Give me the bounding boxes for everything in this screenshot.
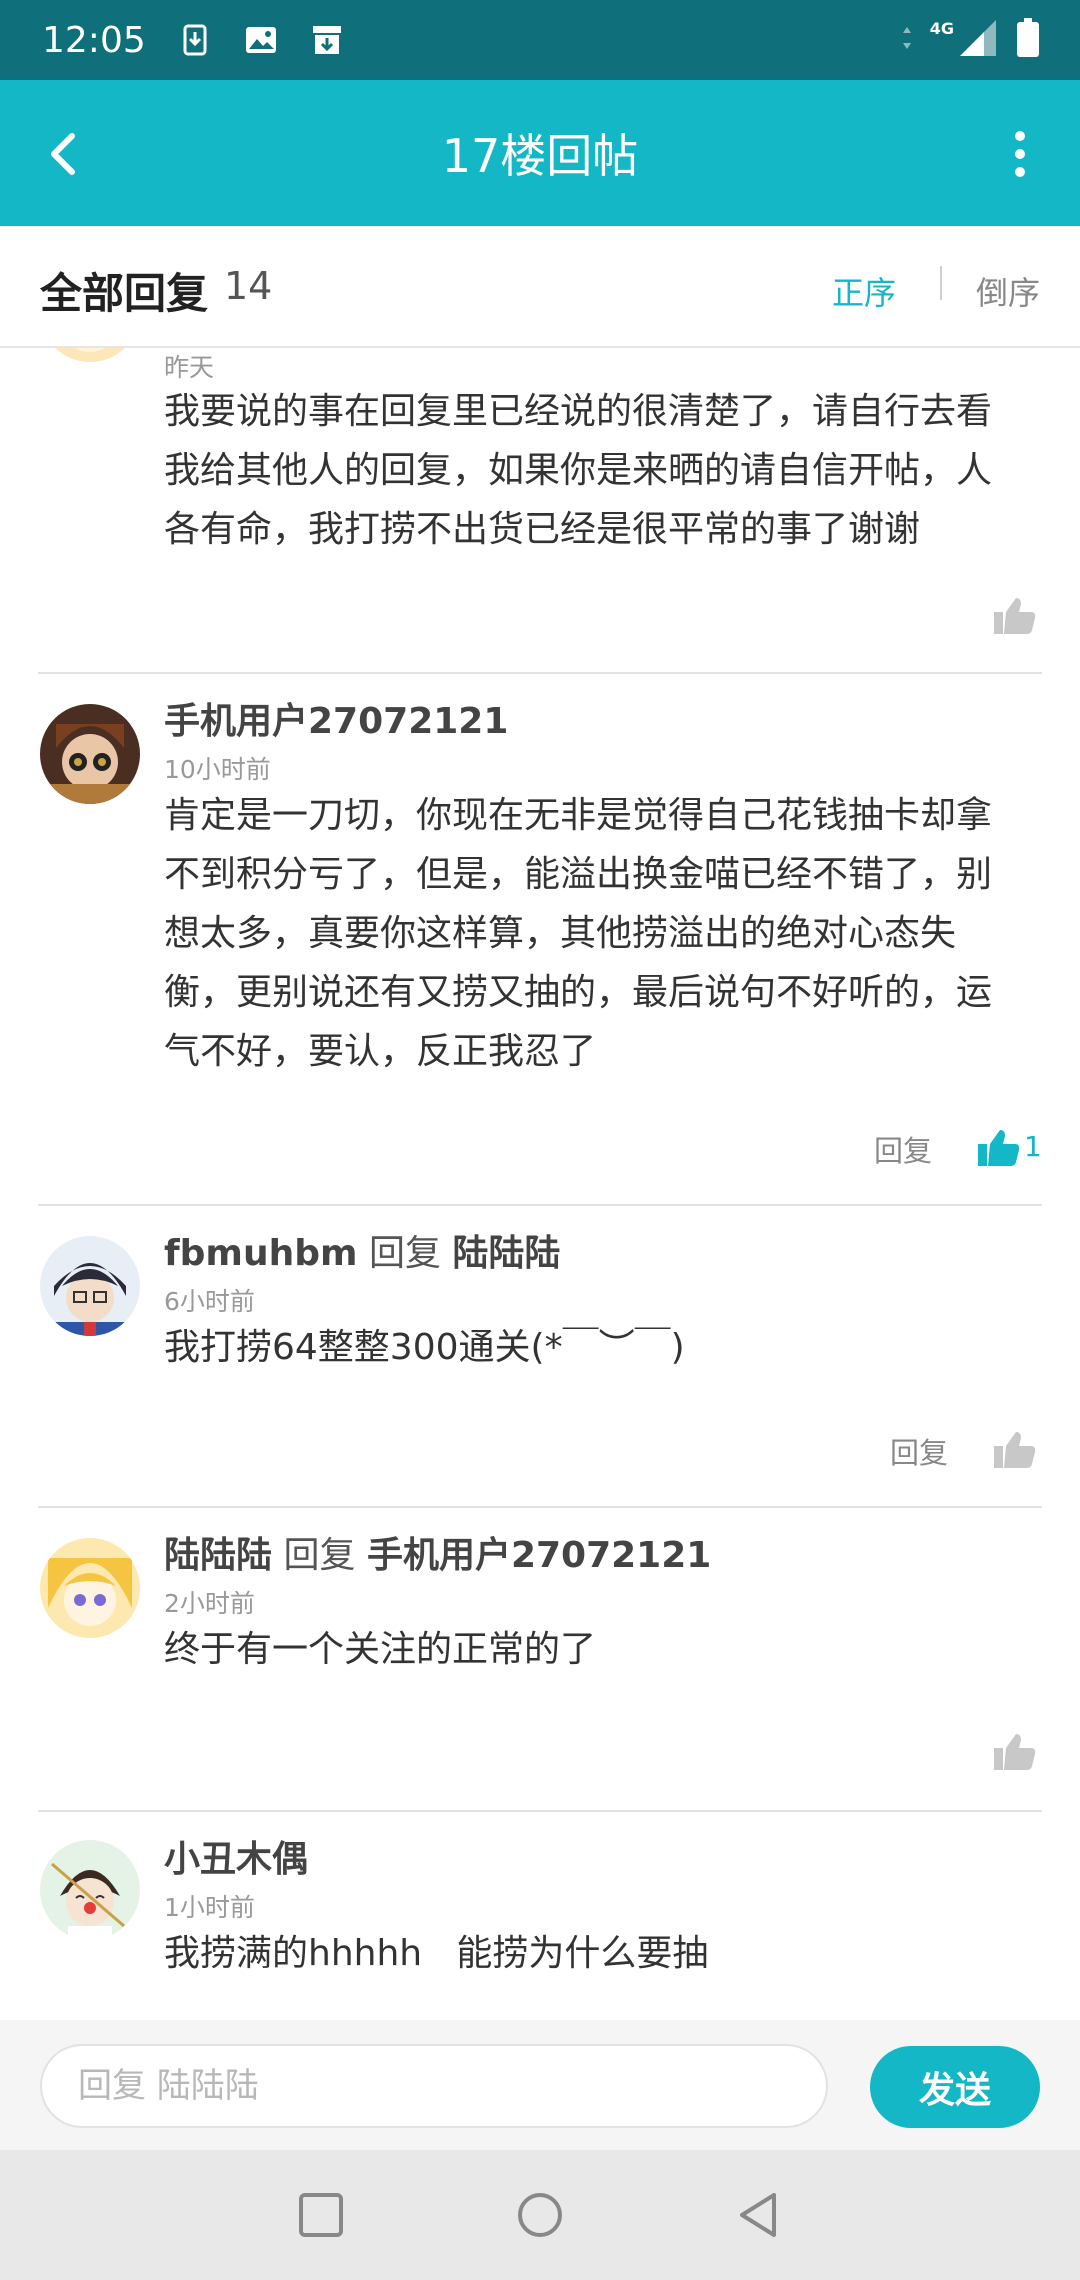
- download-notification-icon: [178, 23, 212, 57]
- reply-header: 陆陆陆 回复 手机用户27072121: [164, 1526, 711, 1578]
- reply-content: 我要说的事在回复里已经说的很清楚了，请自行去看我给其他人的回复，如果你是来晒的请…: [164, 391, 993, 550]
- send-button[interactable]: 发送: [870, 2046, 1040, 2128]
- recents-button[interactable]: [286, 2180, 356, 2250]
- reply-input-bar: 发送: [0, 2020, 1080, 2150]
- replies-summary-bar: 全部回复 14 正序 倒序: [0, 226, 1080, 348]
- status-bar: 12:05 4G: [0, 0, 1080, 80]
- thumb-up-icon: [994, 1432, 1036, 1468]
- divider: [38, 1204, 1042, 1206]
- data-arrows-icon: [902, 25, 912, 55]
- more-vertical-icon: [1015, 131, 1025, 177]
- system-status: 4G: [902, 0, 1040, 80]
- reply-time: 昨天: [164, 353, 215, 382]
- reply-count: 14: [224, 264, 273, 308]
- thumb-up-icon: [978, 1130, 1020, 1166]
- reply-time: 1小时前: [164, 1893, 255, 1922]
- divider: [38, 1506, 1042, 1508]
- triangle-back-nav-icon: [740, 2193, 776, 2237]
- reply-header: 小丑木偶: [164, 1830, 308, 1882]
- page-title: 17楼回帖: [441, 129, 639, 183]
- like-button[interactable]: [978, 1128, 1020, 1168]
- reply-to-label: 回复: [368, 1233, 441, 1274]
- sort-ascending-button[interactable]: 正序: [832, 268, 896, 314]
- reply-content: 肯定是一刀切，你现在无非是觉得自己花钱抽卡却拿不到积分亏了，但是，能溢出换金喵已…: [164, 795, 993, 1072]
- reply-content: 我捞满的hhhhh 能捞为什么要抽: [164, 1933, 709, 1974]
- reply-author[interactable]: fbmuhbm: [164, 1233, 357, 1274]
- reply-author[interactable]: 小丑木偶: [164, 1839, 308, 1880]
- system-navigation-bar: [0, 2150, 1080, 2280]
- thumb-up-icon: [994, 1734, 1036, 1770]
- sort-divider: [940, 266, 942, 300]
- avatar[interactable]: [40, 1840, 140, 1940]
- reply-button[interactable]: 回复: [874, 1128, 932, 1170]
- avatar[interactable]: [40, 704, 140, 804]
- square-nav-icon: [299, 2193, 343, 2237]
- reply-author[interactable]: 陆陆陆: [164, 1535, 272, 1576]
- battery-icon: [1016, 18, 1040, 62]
- status-time: 12:05: [42, 19, 146, 61]
- reply-target-user[interactable]: 陆陆陆: [452, 1233, 560, 1274]
- avatar[interactable]: [40, 1538, 140, 1638]
- reply-header: 手机用户27072121: [164, 692, 508, 744]
- like-button[interactable]: [994, 1732, 1036, 1772]
- back-nav-button[interactable]: [724, 2180, 794, 2250]
- avatar[interactable]: [40, 348, 140, 362]
- like-button[interactable]: [994, 596, 1036, 636]
- app-header: 17楼回帖: [0, 80, 1080, 226]
- like-count: 1: [1024, 1130, 1042, 1163]
- network-type: 4G: [929, 18, 954, 38]
- reply-list[interactable]: 昨天 我要说的事在回复里已经说的很清楚了，请自行去看我给其他人的回复，如果你是来…: [0, 348, 1080, 2020]
- notification-icons: [178, 23, 344, 57]
- avatar[interactable]: [40, 1236, 140, 1336]
- all-replies-title: 全部回复: [40, 269, 209, 318]
- sort-descending-button[interactable]: 倒序: [976, 268, 1040, 314]
- archive-notification-icon: [310, 23, 344, 57]
- home-button[interactable]: [505, 2180, 575, 2250]
- reply-button[interactable]: 回复: [890, 1430, 948, 1472]
- reply-header: fbmuhbm 回复 陆陆陆: [164, 1224, 560, 1276]
- reply-content: 我打捞64整整300通关(*￣︶￣): [164, 1327, 685, 1368]
- reply-time: 2小时前: [164, 1589, 255, 1618]
- reply-content: 终于有一个关注的正常的了: [164, 1629, 597, 1670]
- reply-author[interactable]: 手机用户27072121: [164, 701, 508, 742]
- circle-nav-icon: [518, 2193, 562, 2237]
- image-notification-icon: [244, 23, 278, 57]
- more-options-button[interactable]: [1000, 124, 1040, 184]
- divider: [38, 1810, 1042, 1812]
- thumb-up-icon: [994, 598, 1036, 634]
- reply-target-user[interactable]: 手机用户27072121: [367, 1535, 711, 1576]
- reply-time: 6小时前: [164, 1287, 255, 1316]
- reply-input[interactable]: [40, 2044, 828, 2128]
- divider: [38, 672, 1042, 674]
- reply-time: 10小时前: [164, 755, 271, 784]
- reply-to-label: 回复: [283, 1535, 356, 1576]
- like-button[interactable]: [994, 1430, 1036, 1470]
- signal-icon: [958, 18, 998, 62]
